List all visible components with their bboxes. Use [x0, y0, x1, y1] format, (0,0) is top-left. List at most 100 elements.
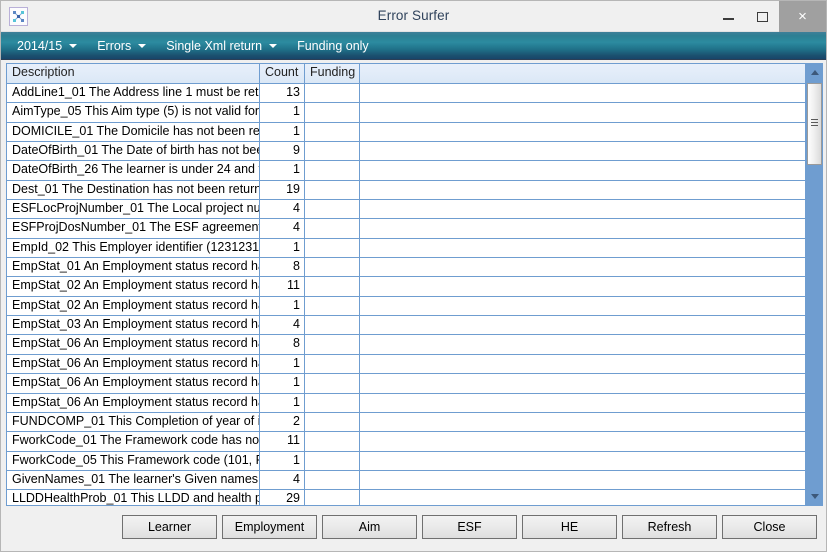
scrollbar-thumb[interactable]: [807, 83, 822, 165]
cell-count: 1: [260, 296, 305, 316]
table-row[interactable]: EmpStat_06 An Employment status record h…: [7, 354, 805, 375]
table-row[interactable]: ESFLocProjNumber_01 The Local project nu…: [7, 200, 805, 220]
cell-count: 29: [260, 490, 305, 505]
footer-button-bar: Learner Employment Aim ESF HE Refresh Close: [6, 508, 821, 546]
toolbar-label-return-type: Single Xml return: [166, 38, 263, 53]
cell-filler: [360, 355, 805, 373]
toolbar-item-year[interactable]: 2014/15: [17, 38, 78, 53]
grid-body: AddLine1_01 The Address line 1 must be r…: [7, 84, 805, 505]
grid-viewport: Description Count Funding AddLine1_01 Th…: [7, 64, 805, 505]
table-row[interactable]: EmpStat_06 An Employment status record h…: [7, 374, 805, 394]
cell-funding: [305, 122, 360, 142]
cell-count: 1: [260, 161, 305, 180]
cell-funding: [305, 161, 360, 180]
cell-funding: [305, 277, 360, 296]
cell-count: 4: [260, 219, 305, 238]
cell-funding: [305, 84, 360, 103]
table-row[interactable]: EmpStat_06 An Employment status record h…: [7, 393, 805, 413]
table-row[interactable]: Dest_01 The Destination has not been ret…: [7, 180, 805, 201]
chevron-down-icon: [69, 43, 78, 48]
cell-filler: [360, 200, 805, 218]
table-row[interactable]: EmpStat_01 An Employment status record h…: [7, 258, 805, 278]
cell-filler: [360, 277, 805, 295]
scroll-up-button[interactable]: [806, 64, 822, 81]
cell-funding: [305, 219, 360, 238]
footer-button-close[interactable]: Close: [722, 515, 817, 539]
cell-filler: [360, 374, 805, 392]
toolbar-item-return-type[interactable]: Single Xml return: [166, 38, 278, 53]
footer-button-aim[interactable]: Aim: [322, 515, 417, 539]
cell-count: 11: [260, 277, 305, 296]
cell-description: DateOfBirth_01 The Date of birth has not…: [7, 142, 260, 161]
toolbar-label-year: 2014/15: [17, 38, 63, 53]
footer-button-learner[interactable]: Learner: [122, 515, 217, 539]
close-icon: ×: [798, 8, 807, 25]
grid-header-row: Description Count Funding: [7, 64, 805, 84]
toolbar-item-errors[interactable]: Errors: [97, 39, 147, 53]
cell-count: 4: [260, 470, 305, 490]
table-row[interactable]: EmpStat_02 An Employment status record h…: [7, 296, 805, 317]
vertical-scrollbar[interactable]: [805, 64, 822, 505]
cell-funding: [305, 451, 360, 470]
cell-funding: [305, 412, 360, 432]
cell-filler: [360, 471, 805, 489]
cell-description: AimType_05 This Aim type (5) is not vali…: [7, 103, 260, 122]
table-row[interactable]: GivenNames_01 The learner's Given names …: [7, 470, 805, 491]
caret-up-icon: [810, 70, 819, 75]
cell-count: 11: [260, 432, 305, 451]
table-row[interactable]: LLDDHealthProb_01 This LLDD and health p…: [7, 490, 805, 505]
table-row[interactable]: FUNDCOMP_01 This Completion of year of i…: [7, 412, 805, 433]
caret-down-icon: [810, 494, 819, 499]
column-header-description[interactable]: Description: [7, 64, 260, 83]
cell-funding: [305, 296, 360, 316]
footer-button-esf[interactable]: ESF: [422, 515, 517, 539]
cell-count: 13: [260, 84, 305, 103]
footer-button-he[interactable]: HE: [522, 515, 617, 539]
cell-filler: [360, 123, 805, 141]
cell-description: ESFLocProjNumber_01 The Local project nu…: [7, 200, 260, 219]
table-row[interactable]: AddLine1_01 The Address line 1 must be r…: [7, 84, 805, 104]
table-row[interactable]: EmpId_02 This Employer identifier (12312…: [7, 238, 805, 259]
cell-description: ESFProjDosNumber_01 The ESF agreement ID: [7, 219, 260, 238]
scroll-down-button[interactable]: [806, 488, 822, 505]
cell-description: EmpStat_02 An Employment status record h…: [7, 277, 260, 296]
cell-funding: [305, 142, 360, 161]
table-row[interactable]: DateOfBirth_26 The learner is under 24 a…: [7, 161, 805, 181]
cell-count: 9: [260, 142, 305, 161]
column-header-count[interactable]: Count: [260, 64, 305, 83]
minimize-button[interactable]: [711, 1, 745, 32]
cell-description: FworkCode_01 The Framework code has not …: [7, 432, 260, 451]
table-row[interactable]: EmpStat_02 An Employment status record h…: [7, 277, 805, 297]
close-button[interactable]: ×: [779, 1, 826, 32]
table-row[interactable]: FworkCode_05 This Framework code (101, P…: [7, 451, 805, 471]
cell-count: 8: [260, 258, 305, 277]
cell-funding: [305, 335, 360, 354]
cell-description: GivenNames_01 The learner's Given names …: [7, 470, 260, 490]
table-row[interactable]: EmpStat_06 An Employment status record h…: [7, 335, 805, 355]
chevron-down-icon: [269, 43, 278, 48]
cell-funding: [305, 258, 360, 277]
footer-button-refresh[interactable]: Refresh: [622, 515, 717, 539]
cell-funding: [305, 103, 360, 122]
cell-filler: [360, 394, 805, 412]
minimize-icon: [722, 17, 734, 20]
toolbar-item-funding-only[interactable]: Funding only: [297, 39, 369, 53]
footer-button-employment[interactable]: Employment: [222, 515, 317, 539]
table-row[interactable]: DOMICILE_01 The Domicile has not been re…: [7, 122, 805, 143]
table-row[interactable]: AimType_05 This Aim type (5) is not vali…: [7, 103, 805, 123]
table-row[interactable]: FworkCode_01 The Framework code has not …: [7, 432, 805, 452]
cell-funding: [305, 393, 360, 412]
cell-description: Dest_01 The Destination has not been ret…: [7, 180, 260, 200]
cell-description: EmpStat_06 An Employment status record h…: [7, 374, 260, 393]
table-row[interactable]: EmpStat_03 An Employment status record h…: [7, 316, 805, 336]
table-row[interactable]: DateOfBirth_01 The Date of birth has not…: [7, 142, 805, 162]
maximize-button[interactable]: [745, 1, 779, 32]
cell-description: DOMICILE_01 The Domicile has not been re…: [7, 122, 260, 142]
cell-filler: [360, 413, 805, 431]
chevron-down-icon: [138, 43, 147, 48]
cell-count: 1: [260, 103, 305, 122]
cell-filler: [360, 432, 805, 450]
table-row[interactable]: ESFProjDosNumber_01 The ESF agreement ID…: [7, 219, 805, 239]
cell-filler: [360, 316, 805, 334]
column-header-funding[interactable]: Funding: [305, 64, 360, 83]
